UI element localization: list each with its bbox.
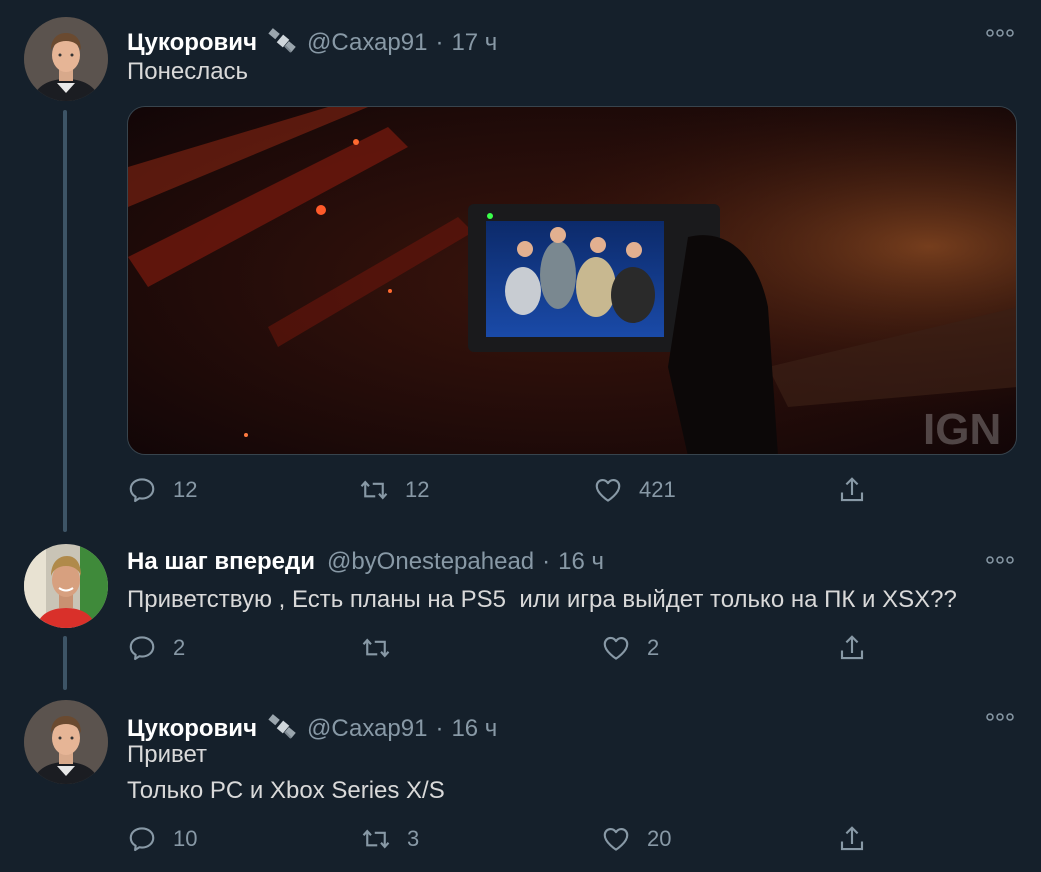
tweet-text-line: Только PC и Xbox Series X/S <box>127 777 445 804</box>
reply-icon <box>127 475 157 505</box>
media-watermark: IGN <box>923 405 1001 454</box>
share-icon <box>837 475 867 505</box>
tweet-text: Понеслась <box>127 58 249 85</box>
user-handle[interactable]: @Сахар91 <box>307 29 427 57</box>
satellite-icon <box>267 26 299 56</box>
tweet-text-line: Привет <box>127 741 208 768</box>
separator: · <box>435 29 444 56</box>
avatar[interactable] <box>24 700 108 784</box>
reply-button[interactable]: 12 <box>127 475 197 505</box>
reply-icon <box>127 633 157 663</box>
retweet-count: 3 <box>407 826 420 851</box>
retweet-button[interactable]: 3 <box>361 824 419 854</box>
tweet[interactable]: На шаг впереди @byOnestepahead · 16 ч Пр… <box>0 530 1041 690</box>
reply-count: 12 <box>173 477 198 502</box>
tweet[interactable]: Цукорович @Сахар91 · 16 ч Привет Только … <box>0 690 1041 872</box>
retweet-button[interactable]: 12 <box>359 475 429 505</box>
more-options-icon[interactable] <box>985 28 1015 38</box>
tweet-actions: 2 2 <box>127 633 887 673</box>
heart-icon <box>601 824 631 854</box>
retweet-count: 12 <box>405 477 430 502</box>
like-button[interactable]: 421 <box>593 475 676 505</box>
avatar[interactable] <box>24 544 108 628</box>
separator: · <box>435 715 444 742</box>
timestamp[interactable]: 16 ч <box>558 548 604 576</box>
satellite-icon <box>267 712 299 742</box>
retweet-button[interactable] <box>361 633 407 663</box>
reply-count: 10 <box>173 826 198 851</box>
share-icon <box>837 824 867 854</box>
like-button[interactable]: 20 <box>601 824 671 854</box>
retweet-icon <box>359 475 389 505</box>
reply-button[interactable]: 10 <box>127 824 197 854</box>
like-button[interactable]: 2 <box>601 633 659 663</box>
avatar[interactable] <box>24 17 108 101</box>
more-options-icon[interactable] <box>985 712 1015 722</box>
share-button[interactable] <box>837 475 867 505</box>
tweet-header: На шаг впереди @byOnestepahead · 16 ч <box>127 548 604 576</box>
timestamp[interactable]: 16 ч <box>451 715 497 743</box>
separator: · <box>542 548 551 575</box>
reply-icon <box>127 824 157 854</box>
like-count: 421 <box>639 477 676 502</box>
display-name[interactable]: Цукорович <box>127 29 257 57</box>
share-button[interactable] <box>837 633 867 663</box>
user-handle[interactable]: @byOnestepahead <box>327 548 534 576</box>
user-handle[interactable]: @Сахар91 <box>307 715 427 743</box>
share-button[interactable] <box>837 824 867 854</box>
tweet-media-image[interactable]: IGN <box>127 106 1017 455</box>
more-options-icon[interactable] <box>985 555 1015 565</box>
tweet[interactable]: Цукорович @Сахар91 · 17 ч Понеслась IGN … <box>0 0 1041 530</box>
like-count: 2 <box>647 635 660 660</box>
tweet-actions: 10 3 20 <box>127 824 887 864</box>
retweet-icon <box>361 824 391 854</box>
reply-button[interactable]: 2 <box>127 633 185 663</box>
display-name[interactable]: На шаг впереди <box>127 548 315 576</box>
retweet-icon <box>361 633 391 663</box>
tweet-actions: 12 12 421 <box>127 475 887 515</box>
like-count: 20 <box>647 826 672 851</box>
reply-count: 2 <box>173 635 186 660</box>
heart-icon <box>601 633 631 663</box>
share-icon <box>837 633 867 663</box>
timestamp[interactable]: 17 ч <box>451 29 497 57</box>
tweet-header: Цукорович @Сахар91 · 17 ч <box>127 20 497 57</box>
heart-icon <box>593 475 623 505</box>
tweet-text: Приветствую , Есть планы на PS5 или игра… <box>127 586 957 613</box>
